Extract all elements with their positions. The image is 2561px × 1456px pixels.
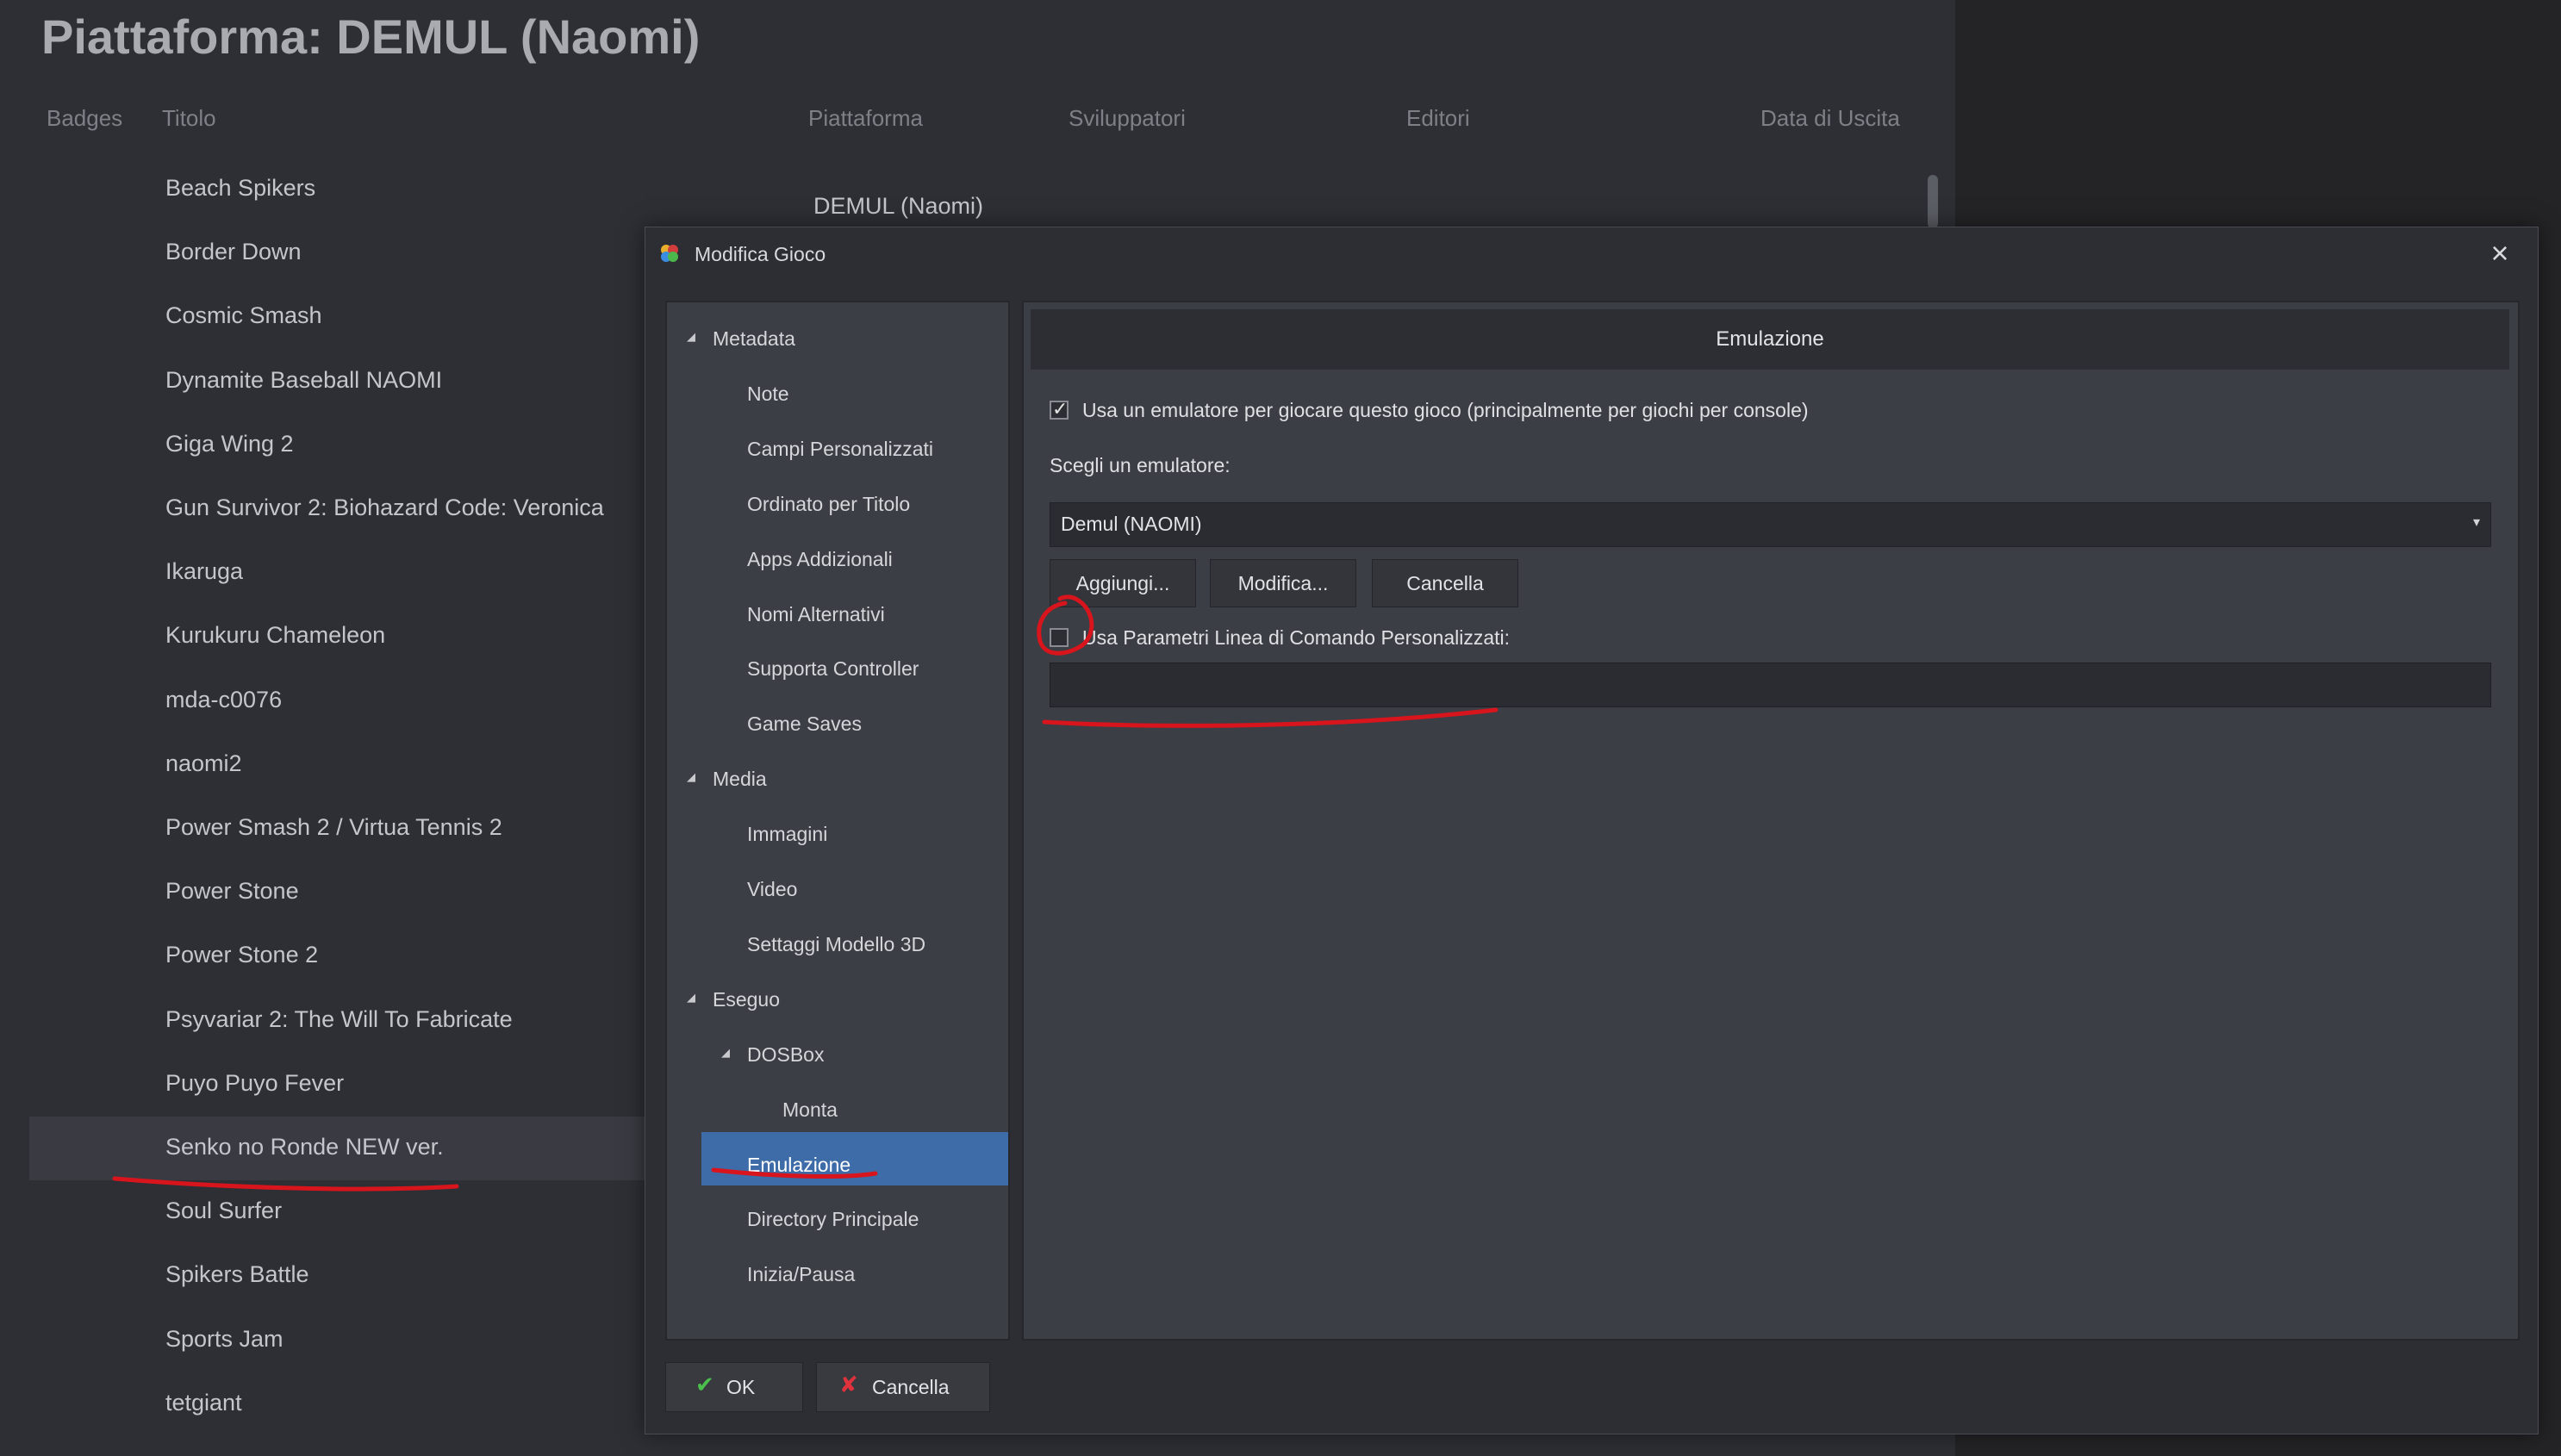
settings-tree: ◢ Metadata Note Campi Personalizzati Ordinat… (665, 301, 1010, 1341)
tree-item-media[interactable]: Media (713, 760, 767, 798)
tree-item-ordinato-per-titolo[interactable]: Ordinato per Titolo (747, 485, 910, 523)
tree-expand-arrow-icon[interactable]: ◢ (687, 770, 695, 784)
game-list-row[interactable]: naomi2 (29, 733, 650, 797)
use-emulator-label: Usa un emulatore per giocare questo gioc… (1082, 399, 1809, 421)
emulator-select[interactable]: Demul (NAOMI) ▾ (1050, 502, 2491, 547)
tree-item-video[interactable]: Video (747, 870, 797, 908)
column-header-developers[interactable]: Sviluppatori (1069, 105, 1186, 132)
tree-item-note[interactable]: Note (747, 375, 789, 413)
game-title: Power Stone (165, 878, 299, 905)
game-list-row[interactable]: Puyo Puyo Fever (29, 1053, 650, 1117)
game-list-row[interactable]: Gun Survivor 2: Biohazard Code: Veronica (29, 477, 650, 541)
edit-game-dialog: Modifica Gioco × ◢ Metadata Note Campi Pers… (645, 227, 2539, 1434)
tree-item-metadata[interactable]: Metadata (713, 320, 795, 358)
tree-item-immagini[interactable]: Immagini (747, 815, 827, 853)
game-title: Power Smash 2 / Virtua Tennis 2 (165, 814, 502, 840)
use-emulator-checkbox[interactable]: ✓ (1050, 398, 1069, 420)
game-list-row[interactable]: Ikaruga (29, 541, 650, 605)
game-list-row[interactable]: Giga Wing 2 (29, 414, 650, 477)
tree-item-nomi-alternativi[interactable]: Nomi Alternativi (747, 595, 885, 633)
checkmark-icon: ✔ (695, 1372, 714, 1397)
game-title: tetgiant (165, 1389, 242, 1416)
delete-emulator-button[interactable]: Cancella (1372, 559, 1518, 607)
game-title: Psyvariar 2: The Will To Fabricate (165, 1005, 513, 1032)
game-title: Spikers Battle (165, 1261, 309, 1288)
ok-button[interactable]: ✔ OK (665, 1362, 803, 1412)
tree-item-directory-principale[interactable]: Directory Principale (747, 1200, 919, 1238)
tree-expand-arrow-icon[interactable]: ◢ (687, 991, 695, 1005)
tree-item-game-saves[interactable]: Game Saves (747, 705, 862, 743)
column-header-publishers[interactable]: Editori (1406, 105, 1470, 132)
section-header-label: Emulazione (1716, 327, 1824, 351)
game-list-row[interactable]: Cosmic Smash (29, 285, 650, 349)
game-title: Kurukuru Chameleon (165, 622, 386, 649)
game-title: Power Stone 2 (165, 942, 319, 968)
tree-item-dosbox[interactable]: DOSBox (747, 1036, 824, 1073)
ok-button-label: OK (726, 1376, 756, 1398)
column-header-platform[interactable]: Piattaforma (808, 105, 923, 132)
add-emulator-button[interactable]: Aggiungi... (1050, 559, 1196, 607)
game-list-row[interactable]: Beach Spikers (29, 158, 650, 221)
choose-emulator-label: Scegli un emulatore: (1050, 454, 1231, 476)
page-title: Piattaforma: DEMUL (Naomi) (41, 9, 701, 64)
game-list-row[interactable]: Dynamite Baseball NAOMI (29, 350, 650, 414)
list-scrollbar[interactable] (1928, 175, 1938, 228)
game-title: Giga Wing 2 (165, 430, 294, 457)
custom-params-input[interactable] (1050, 663, 2491, 707)
game-platform-cell: DEMUL (Naomi) (813, 193, 984, 219)
game-title: Soul Surfer (165, 1198, 283, 1224)
custom-params-label: Usa Parametri Linea di Comando Personali… (1082, 626, 1511, 649)
game-list-row[interactable]: mda-c0076 (29, 669, 650, 733)
column-header-badges[interactable]: Badges (47, 105, 122, 132)
game-title: Gun Survivor 2: Biohazard Code: Veronica (165, 495, 604, 520)
game-title: Border Down (165, 239, 302, 265)
emulator-select-value: Demul (NAOMI) (1061, 513, 1202, 535)
game-list-row[interactable]: Psyvariar 2: The Will To Fabricate (29, 989, 650, 1053)
close-icon[interactable]: × (2481, 236, 2519, 271)
chevron-down-icon: ▾ (2472, 515, 2480, 530)
tree-item-apps-addizionali[interactable]: Apps Addizionali (747, 540, 893, 578)
tree-item-eseguo[interactable]: Eseguo (713, 980, 780, 1018)
game-list-row[interactable]: Sports Jam (29, 1309, 650, 1372)
game-title: mda-c0076 (165, 686, 283, 712)
cancel-button[interactable]: ✘ Cancella (816, 1362, 990, 1412)
custom-params-checkbox[interactable] (1050, 628, 1069, 647)
tree-expand-arrow-icon[interactable]: ◢ (687, 330, 695, 344)
game-title: Sports Jam (165, 1325, 284, 1352)
game-title: Cosmic Smash (165, 302, 322, 329)
game-list-row[interactable]: Senko no Ronde NEW ver. (29, 1117, 650, 1180)
tree-item-inizia-pausa[interactable]: Inizia/Pausa (747, 1255, 855, 1293)
tree-item-campi-personalizzati[interactable]: Campi Personalizzati (747, 430, 933, 468)
tree-item-settaggi-modello-3d[interactable]: Settaggi Modello 3D (747, 925, 925, 963)
checkmark-icon: ✓ (1052, 398, 1069, 420)
tree-item-emulazione[interactable]: Emulazione (747, 1146, 851, 1184)
game-title: Beach Spikers (165, 175, 316, 201)
game-title: naomi2 (165, 750, 242, 776)
game-title: Puyo Puyo Fever (165, 1069, 345, 1096)
tree-item-monta[interactable]: Monta (782, 1091, 838, 1129)
launchbox-logo-icon (661, 245, 678, 262)
game-list-row[interactable]: Spikers Battle (29, 1244, 650, 1308)
game-list-row[interactable]: Border Down (29, 221, 650, 285)
section-header: Emulazione (1031, 309, 2509, 370)
game-title: Dynamite Baseball NAOMI (165, 366, 443, 393)
cancel-button-label: Cancella (872, 1376, 950, 1398)
column-header-title[interactable]: Titolo (162, 105, 216, 132)
game-list-row[interactable]: tetgiant (29, 1372, 650, 1436)
game-title: Ikaruga (165, 558, 244, 585)
game-list-row[interactable]: Power Stone 2 (29, 924, 650, 988)
column-header-release-date[interactable]: Data di Uscita (1760, 105, 1900, 132)
game-list-row[interactable]: Soul Surfer (29, 1180, 650, 1244)
edit-emulator-button[interactable]: Modifica... (1210, 559, 1356, 607)
game-list-row[interactable]: Kurukuru Chameleon (29, 605, 650, 669)
emulation-panel: Emulazione ✓ Usa un emulatore per giocar… (1022, 301, 2520, 1341)
tree-item-supporta-controller[interactable]: Supporta Controller (747, 650, 919, 688)
dialog-title: Modifica Gioco (695, 243, 826, 265)
cancel-x-icon: ✘ (839, 1372, 858, 1397)
tree-expand-arrow-icon[interactable]: ◢ (721, 1046, 730, 1060)
game-list-row[interactable]: Power Smash 2 / Virtua Tennis 2 (29, 797, 650, 861)
game-title: Senko no Ronde NEW ver. (165, 1134, 444, 1160)
game-list-row[interactable]: Power Stone (29, 861, 650, 924)
